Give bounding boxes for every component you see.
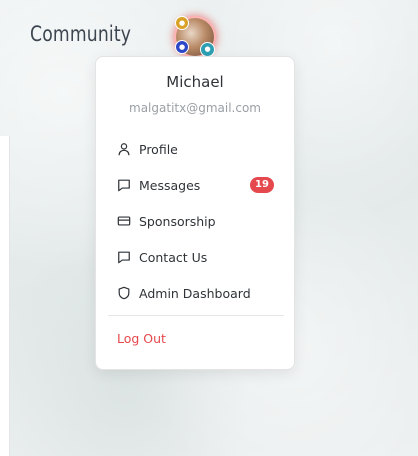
content-panel-edge [0, 136, 10, 456]
menu-item-admin-dashboard[interactable]: Admin Dashboard [116, 282, 278, 304]
menu-divider [108, 315, 284, 316]
logout-button[interactable]: Log Out [117, 331, 166, 346]
credit-card-icon [116, 214, 131, 229]
menu-item-sponsorship[interactable]: Sponsorship [116, 210, 278, 232]
message-icon [116, 178, 131, 193]
globe-badge-icon: ● [200, 42, 215, 57]
menu-item-label: Messages [139, 177, 201, 193]
trophy-badge-icon: ● [175, 16, 189, 30]
message-icon [116, 250, 131, 265]
user-name: Michael [166, 73, 224, 91]
menu-item-contact-us[interactable]: Contact Us [116, 246, 278, 268]
unread-count-badge: 19 [250, 177, 274, 193]
menu-item-label: Contact Us [139, 249, 208, 265]
menu-item-profile[interactable]: Profile [116, 138, 278, 160]
menu-item-messages[interactable]: Messages 19 [116, 174, 278, 196]
shield-icon [116, 286, 131, 301]
menu-item-label: Profile [139, 141, 178, 157]
menu-item-label: Admin Dashboard [139, 285, 251, 301]
user-email: malgatitx@gmail.com [129, 101, 261, 115]
user-icon [116, 142, 131, 157]
user-dropdown-menu: Michael malgatitx@gmail.com Profile Mess… [95, 56, 295, 370]
user-avatar-button[interactable]: ● ● ● [174, 16, 216, 58]
brand-title[interactable]: Community [30, 22, 131, 46]
menu-item-label: Sponsorship [139, 213, 216, 229]
shield-badge-icon: ● [175, 40, 189, 54]
